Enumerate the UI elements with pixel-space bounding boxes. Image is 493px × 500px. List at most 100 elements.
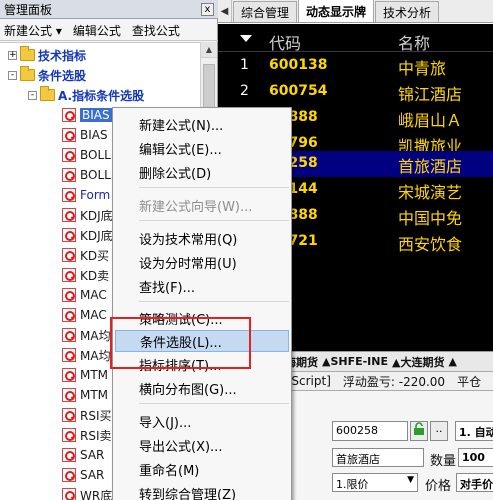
formula-item[interactable]: SAR: [62, 465, 104, 485]
formula-item[interactable]: MTM: [62, 385, 108, 405]
stock-code-input[interactable]: 600258: [332, 421, 408, 441]
formula-item[interactable]: MA均: [62, 345, 111, 365]
floating-pnl: 浮动盈亏: -220.00: [342, 374, 446, 389]
formula-item[interactable]: BIAS: [62, 105, 112, 125]
quote-row[interactable]: 1 600138 中青旅: [218, 53, 493, 79]
formula-item[interactable]: BOLL: [62, 145, 111, 165]
formula-item[interactable]: KDJ底: [62, 225, 113, 245]
find-formula-button[interactable]: 查找公式: [132, 22, 180, 39]
edit-formula-button[interactable]: 编辑公式: [73, 22, 121, 39]
futures-tab[interactable]: ▲大连期货: [392, 354, 444, 370]
formula-item[interactable]: KD买: [62, 245, 109, 265]
tab-overview[interactable]: 综合管理: [233, 1, 298, 22]
formula-item[interactable]: KD卖: [62, 265, 109, 285]
formula-item[interactable]: RSI买: [62, 405, 112, 425]
quote-row[interactable]: 2 600754 锦江酒店: [218, 79, 493, 105]
stock-code: 600754: [269, 83, 328, 99]
menu-separator: [139, 301, 289, 302]
formula-label: Form: [80, 188, 111, 202]
formula-icon: [62, 208, 76, 222]
stock-name: 锦江酒店: [398, 85, 463, 104]
formula-item[interactable]: BOLL: [62, 165, 111, 185]
futures-tab[interactable]: ▲: [448, 355, 456, 368]
formula-label: RSI卖: [80, 428, 112, 443]
row-number: 2: [240, 83, 249, 99]
formula-label: BOLL: [80, 168, 111, 182]
tree-node-technical[interactable]: + 技术指标: [8, 45, 86, 65]
formula-icon: [62, 388, 76, 402]
scroll-up-icon[interactable]: ▲: [201, 42, 217, 58]
header-name[interactable]: 名称: [398, 30, 430, 54]
close-position-label: 平仓: [457, 374, 482, 389]
formula-icon: [62, 368, 76, 382]
formula-icon: [62, 108, 76, 122]
menu-item-indicator-sort[interactable]: 指标排序(T)...: [115, 353, 289, 375]
formula-icon: [62, 348, 76, 362]
context-menu: 新建公式(N)... 编辑公式(E)... 删除公式(D) 新建公式向导(W).…: [112, 107, 292, 500]
futures-tab[interactable]: ▲SHFE-INE: [322, 355, 388, 368]
stock-code: 600138: [269, 57, 328, 73]
formula-item[interactable]: KDJ底: [62, 205, 113, 225]
tab-scroll-left-icon[interactable]: ◀: [218, 0, 232, 22]
auto-select[interactable]: 1. 自动: [455, 421, 493, 441]
menu-item-set-tech-common[interactable]: 设为技术常用(Q): [115, 227, 289, 249]
menu-item-export-formula[interactable]: 导出公式(X)...: [115, 434, 289, 456]
formula-label: MAC: [80, 288, 107, 302]
formula-label: SAR: [80, 448, 105, 462]
menu-item-delete-formula[interactable]: 删除公式(D): [115, 161, 289, 183]
formula-item[interactable]: RSI卖: [62, 425, 112, 445]
menu-item-edit-formula[interactable]: 编辑公式(E)...: [115, 137, 289, 159]
formula-icon: [62, 228, 76, 242]
stock-name: 中国中免: [398, 209, 463, 228]
order-type-select[interactable]: 1.限价 ▼: [332, 473, 418, 492]
new-formula-button[interactable]: 新建公式 ▾: [4, 22, 62, 39]
menu-item-stock-selection[interactable]: 条件选股(L)...: [115, 330, 289, 352]
more-button[interactable]: ..: [430, 421, 448, 441]
expander-icon[interactable]: +: [8, 50, 17, 60]
formula-item[interactable]: Form: [62, 185, 110, 205]
menu-item-rename[interactable]: 重命名(M): [115, 458, 289, 480]
close-icon[interactable]: x: [201, 2, 214, 16]
formula-label: SAR: [80, 468, 105, 482]
formula-label: MAC: [80, 308, 107, 322]
formula-item[interactable]: MAC: [62, 305, 107, 325]
formula-item[interactable]: MAC: [62, 285, 107, 305]
expander-icon[interactable]: -: [8, 70, 17, 80]
order-type-value: 1.限价: [336, 478, 369, 491]
quantity-input[interactable]: 100: [458, 448, 493, 467]
menu-item-import[interactable]: 导入(J)...: [115, 410, 289, 432]
formula-item[interactable]: MTM: [62, 365, 108, 385]
formula-item[interactable]: SAR: [62, 445, 104, 465]
view-tab-bar: ◀ 综合管理 动态显示牌 技术分析: [218, 0, 493, 23]
tree-node-indicator-selection[interactable]: - A.指标条件选股: [28, 85, 144, 105]
formula-item[interactable]: BIAS: [62, 125, 108, 145]
formula-item[interactable]: WR底: [62, 485, 112, 500]
chevron-down-icon: ▼: [407, 475, 414, 485]
tree-node-label: 技术指标: [38, 48, 87, 63]
tab-dynamic-board[interactable]: 动态显示牌: [298, 0, 375, 22]
menu-item-set-intraday-common[interactable]: 设为分时常用(U): [115, 251, 289, 273]
formula-label: RSI买: [80, 408, 112, 423]
new-formula-label: 新建公式: [4, 23, 53, 38]
tab-technical-analysis[interactable]: 技术分析: [375, 1, 440, 22]
menu-item-find[interactable]: 查找(F)...: [115, 275, 289, 297]
formula-icon: [62, 408, 76, 422]
menu-item-go-to-manager[interactable]: 转到综合管理(Z): [115, 482, 289, 500]
tree-node-label: 条件选股: [38, 68, 87, 83]
sort-icon[interactable]: [240, 35, 252, 42]
formula-item[interactable]: MA均: [62, 325, 111, 345]
expander-icon[interactable]: -: [28, 90, 37, 100]
lock-icon[interactable]: [410, 421, 428, 441]
menu-item-strategy-test[interactable]: 策略测试(C)...: [115, 307, 289, 329]
menu-item-new-formula[interactable]: 新建公式(N)...: [115, 113, 289, 135]
tree-node-stock-selection[interactable]: - 条件选股: [8, 65, 86, 85]
price-select[interactable]: 对手价: [456, 473, 493, 492]
formula-label: KD买: [80, 248, 110, 263]
formula-icon: [62, 468, 76, 482]
formula-label: BIAS: [80, 108, 112, 122]
menu-separator: [139, 187, 289, 188]
header-code[interactable]: 代码: [269, 30, 301, 54]
formula-icon: [62, 488, 76, 500]
folder-icon: [20, 66, 35, 81]
menu-item-distribution-chart[interactable]: 横向分布图(G)...: [115, 377, 289, 399]
